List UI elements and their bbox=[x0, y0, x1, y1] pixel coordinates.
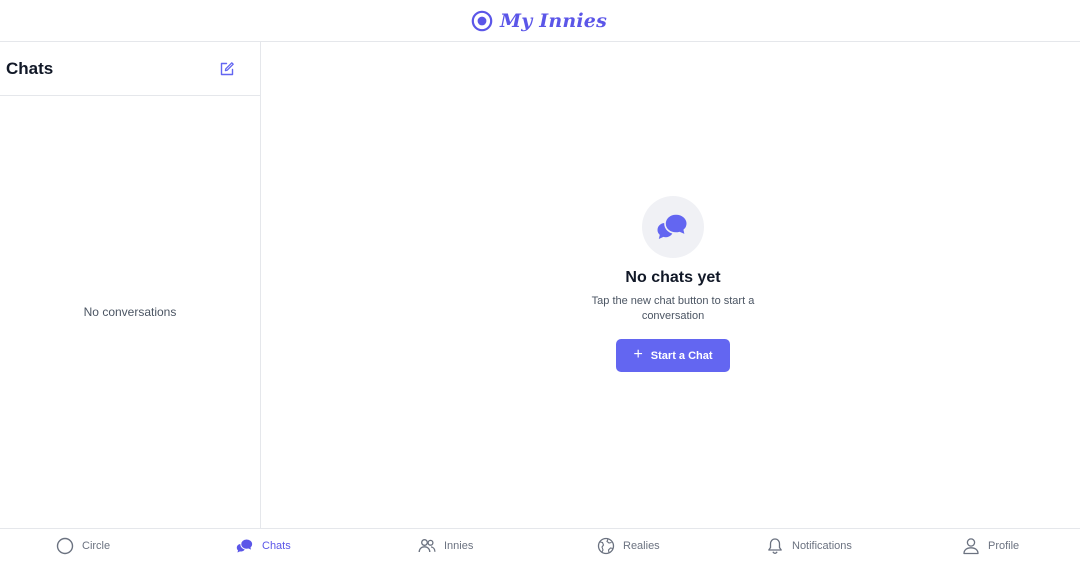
nav-item-profile[interactable]: Profile bbox=[962, 529, 1019, 561]
bottom-navigation: Circle Chats Innies Realies Notification… bbox=[0, 528, 1080, 561]
sidebar-header: Chats bbox=[0, 42, 260, 96]
globe-icon bbox=[597, 537, 615, 554]
circle-icon bbox=[56, 537, 74, 554]
users-icon bbox=[418, 538, 436, 552]
nav-item-notifications[interactable]: Notifications bbox=[766, 529, 852, 561]
nav-item-chats[interactable]: Chats bbox=[236, 529, 291, 561]
chat-main-panel: No chats yet Tap the new chat button to … bbox=[261, 42, 1080, 528]
new-chat-button[interactable] bbox=[218, 60, 236, 78]
nav-label-realies: Realies bbox=[623, 539, 660, 552]
start-chat-button[interactable]: + Start a Chat bbox=[616, 339, 730, 372]
nav-label-profile: Profile bbox=[988, 539, 1020, 552]
start-chat-label: Start a Chat bbox=[650, 349, 713, 362]
brand[interactable]: My Innies bbox=[471, 10, 607, 32]
app-header: My Innies bbox=[0, 0, 1080, 42]
empty-conversations-text: No conversations bbox=[83, 305, 177, 319]
compose-icon bbox=[220, 61, 234, 75]
empty-state-subtitle: Tap the new chat button to start a conve… bbox=[591, 295, 755, 322]
nav-item-innies[interactable]: Innies bbox=[418, 529, 473, 561]
nav-label-notifications: Notifications bbox=[792, 539, 852, 552]
chat-sidebar: Chats No conversations bbox=[0, 42, 261, 528]
sidebar-title: Chats bbox=[6, 58, 54, 78]
empty-state: No chats yet Tap the new chat button to … bbox=[261, 196, 1080, 372]
user-icon bbox=[963, 537, 979, 554]
brand-name: My Innies bbox=[499, 9, 607, 32]
chat-bubbles-icon bbox=[657, 213, 689, 239]
logo-icon bbox=[471, 10, 493, 31]
nav-label-chats: Chats bbox=[262, 539, 291, 552]
nav-label-innies: Innies bbox=[444, 539, 474, 552]
empty-state-icon-container bbox=[642, 196, 704, 258]
chat-bubbles-icon bbox=[236, 538, 254, 552]
plus-icon: + bbox=[633, 345, 643, 363]
nav-label-circle: Circle bbox=[82, 539, 111, 552]
bell-icon bbox=[768, 537, 782, 554]
nav-item-circle[interactable]: Circle bbox=[56, 529, 110, 561]
nav-item-realies[interactable]: Realies bbox=[597, 529, 660, 561]
empty-state-title: No chats yet bbox=[625, 269, 721, 286]
